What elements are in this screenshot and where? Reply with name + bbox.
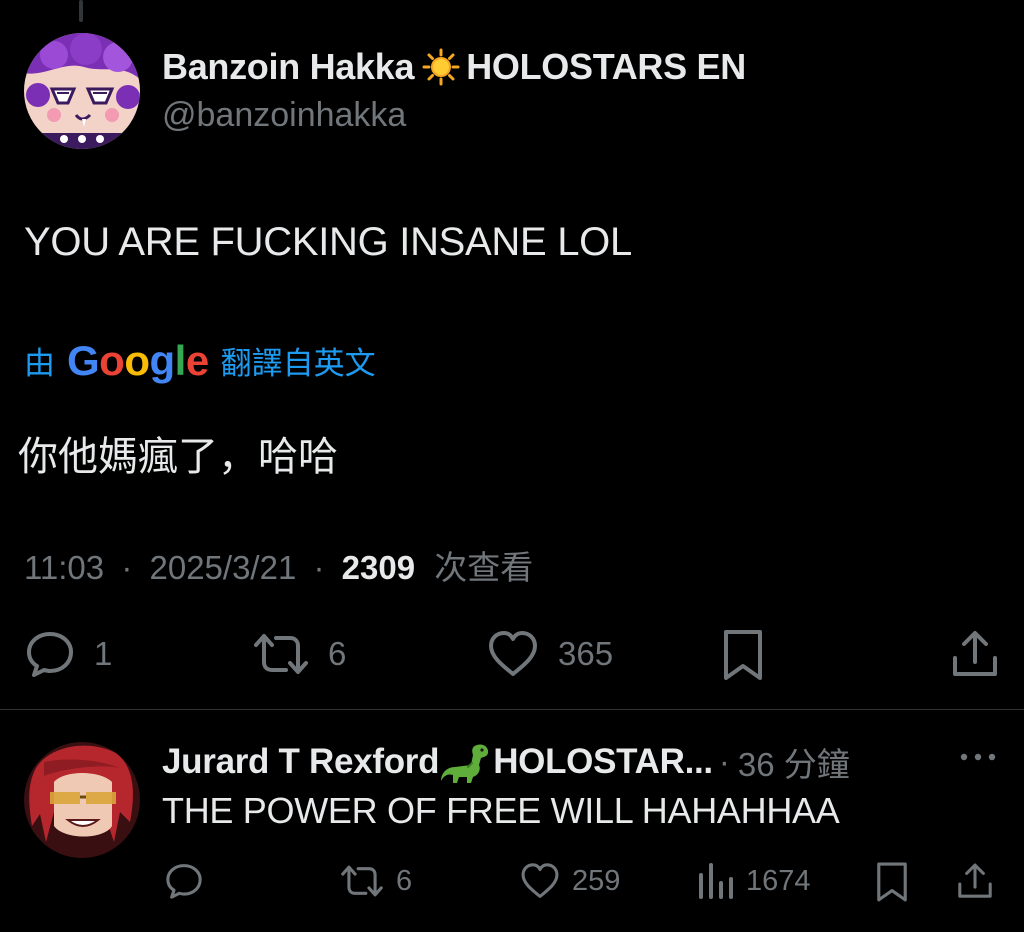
reply-views-button[interactable]: 1674	[696, 861, 811, 901]
google-logo-letter: g	[149, 336, 175, 384]
translated-by-label: 由	[24, 346, 55, 381]
reply-name-suffix[interactable]: HOLOSTAR...	[493, 742, 713, 782]
tweet-date[interactable]: 2025/3/21	[149, 549, 296, 586]
google-logo-letter: l	[174, 336, 187, 384]
author-name-suffix[interactable]: HOLOSTARS EN	[466, 46, 746, 88]
repost-arrows-icon	[341, 865, 383, 897]
heart-icon	[489, 631, 537, 676]
google-logo-letter: o	[124, 336, 150, 384]
dinosaur-emoji-icon	[441, 741, 491, 783]
reply-header[interactable]: Jurard T Rexford HOLOSTAR... · 36 分鐘	[162, 738, 850, 786]
share-upload-icon	[953, 631, 997, 676]
tweet-text: YOU ARE FUCKING INSANE LOL	[24, 220, 632, 264]
reply-text: THE POWER OF FREE WILL HAHAHHAA	[162, 790, 840, 831]
translated-text: 你他媽瘋了，哈哈	[18, 435, 338, 479]
reply-repost-button[interactable]: 6	[338, 861, 412, 901]
reply-views-count: 1674	[746, 864, 811, 897]
thread-connector-line	[79, 0, 83, 22]
reply-like-count: 259	[572, 864, 621, 897]
reply-bookmark-button[interactable]	[874, 861, 910, 903]
tweet-time[interactable]: 11:03	[24, 549, 104, 586]
sun-emoji-icon	[422, 48, 460, 86]
reply-display-name[interactable]: Jurard T Rexford	[162, 742, 440, 782]
bookmark-icon	[724, 630, 762, 680]
speech-bubble-icon	[166, 864, 202, 899]
views-count: 2309	[341, 549, 416, 586]
reply-count: 1	[94, 635, 113, 672]
author-handle[interactable]: @banzoinhakka	[162, 96, 406, 135]
translation-attribution[interactable]: 由 Google 翻譯自英文	[24, 338, 376, 383]
like-count: 365	[558, 635, 614, 672]
speech-bubble-icon	[27, 632, 73, 677]
reply-avatar[interactable]	[24, 742, 140, 858]
reply-divider	[0, 709, 1024, 710]
author-display-name[interactable]: Banzoin Hakka	[162, 46, 414, 88]
bookmark-icon	[877, 862, 907, 902]
google-logo: Google	[67, 336, 209, 384]
share-upload-icon	[958, 863, 992, 898]
more-dots-icon[interactable]	[958, 745, 998, 769]
reply-repost-count: 6	[396, 864, 413, 897]
author-name-row[interactable]: Banzoin Hakka HOLOSTARS EN	[162, 46, 746, 88]
reply-separator: ·	[718, 743, 730, 780]
avatar[interactable]	[24, 33, 140, 149]
heart-icon	[521, 863, 559, 898]
bar-chart-icon	[699, 863, 733, 899]
reply-like-button[interactable]: 259	[518, 861, 620, 901]
google-logo-letter: G	[67, 336, 100, 384]
google-logo-letter: o	[99, 336, 125, 384]
tweet-meta: 11:03 · 2025/3/21 · 2309 次查看	[24, 541, 533, 589]
translated-from-label[interactable]: 翻譯自英文	[221, 338, 376, 383]
repost-arrows-icon	[254, 634, 308, 674]
share-button[interactable]	[950, 628, 1000, 680]
bookmark-button[interactable]	[720, 628, 766, 682]
repost-count: 6	[328, 635, 347, 672]
repost-button[interactable]: 6	[252, 628, 346, 680]
reply-time-ago[interactable]: 36 分鐘	[738, 738, 850, 786]
views-label: 次查看	[434, 549, 534, 586]
like-button[interactable]: 365	[486, 628, 613, 680]
reply-reply-button[interactable]	[162, 861, 206, 901]
google-logo-letter: e	[185, 336, 209, 384]
meta-separator: ·	[313, 549, 325, 586]
reply-button[interactable]: 1	[24, 628, 112, 680]
meta-separator: ·	[121, 549, 133, 586]
reply-share-button[interactable]	[956, 861, 994, 901]
